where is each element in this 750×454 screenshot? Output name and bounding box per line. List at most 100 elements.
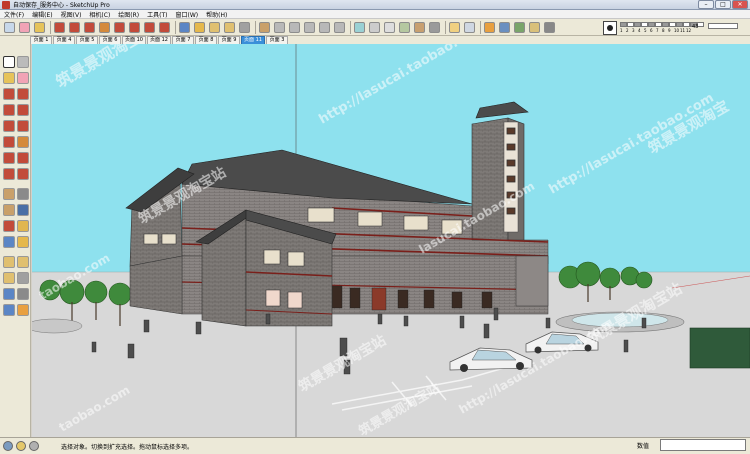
orbit-icon[interactable] (3, 236, 15, 248)
protractor-icon[interactable] (3, 204, 15, 216)
left-toolbar (0, 44, 31, 437)
axes-icon[interactable] (3, 220, 15, 232)
rectangle-icon[interactable] (3, 88, 15, 100)
text-icon[interactable] (17, 204, 29, 216)
arc-icon[interactable] (69, 22, 80, 33)
offset-icon[interactable] (159, 22, 170, 33)
scene-tab[interactable]: 页面 9 (218, 36, 240, 44)
help-icon[interactable] (29, 441, 39, 451)
push-pull-icon[interactable] (17, 136, 29, 148)
scene-tab[interactable]: 页面 10 (122, 36, 146, 44)
scene-tab[interactable]: 页面 1 (30, 36, 52, 44)
menu-item[interactable]: 工具(T) (143, 10, 171, 19)
scene-canvas[interactable]: 筑景景观淘宝 http://lasucai.taobao.com 筑景景观淘宝 … (32, 44, 750, 437)
freehand-icon[interactable] (17, 120, 29, 132)
shadows-icon[interactable] (449, 22, 460, 33)
left-view-icon[interactable] (334, 22, 345, 33)
scene-tab[interactable]: 页面 6 (99, 36, 121, 44)
rotate-icon[interactable] (129, 22, 140, 33)
section-plane-icon[interactable] (484, 22, 495, 33)
top-view-icon[interactable] (274, 22, 285, 33)
offset-icon[interactable] (17, 168, 29, 180)
3d-text-icon[interactable] (17, 220, 29, 232)
hidden-line-icon[interactable] (384, 22, 395, 33)
minimize-button[interactable]: – (698, 0, 714, 9)
close-button[interactable]: ✕ (732, 0, 748, 9)
move-icon[interactable] (3, 136, 15, 148)
toolbar-separator (50, 21, 51, 34)
right-view-icon[interactable] (304, 22, 315, 33)
select-icon[interactable] (4, 22, 15, 33)
scale-slider[interactable] (708, 23, 738, 29)
pan-icon[interactable] (194, 22, 205, 33)
menu-item[interactable]: 文件(F) (0, 10, 28, 19)
zoom-icon[interactable] (3, 256, 15, 268)
rotate-icon[interactable] (3, 152, 15, 164)
previous-view-icon[interactable] (239, 22, 250, 33)
zoom-extents-icon[interactable] (3, 272, 15, 284)
shaded-icon[interactable] (399, 22, 410, 33)
paint-bucket-icon[interactable] (3, 72, 15, 84)
paint-bucket-icon[interactable] (34, 22, 45, 33)
menu-item[interactable]: 编辑(E) (28, 10, 56, 19)
scene-tab[interactable]: 页面 7 (172, 36, 194, 44)
menu-item[interactable]: 帮助(H) (202, 10, 231, 19)
geo-location-icon[interactable] (3, 441, 13, 451)
wireframe-icon[interactable] (369, 22, 380, 33)
back-view-icon[interactable] (319, 22, 330, 33)
tape-measure-icon[interactable] (3, 188, 15, 200)
look-around-icon[interactable] (3, 304, 15, 316)
scale-icon[interactable] (144, 22, 155, 33)
previous-icon[interactable] (17, 272, 29, 284)
menu-item[interactable]: 绘图(R) (114, 10, 143, 19)
dimension-icon[interactable] (17, 188, 29, 200)
line-icon[interactable] (17, 88, 29, 100)
textured-icon[interactable] (414, 22, 425, 33)
position-camera-icon[interactable] (3, 288, 15, 300)
select-icon[interactable] (3, 56, 15, 68)
line-icon[interactable] (54, 22, 65, 33)
move-icon[interactable] (114, 22, 125, 33)
style-preview-icon[interactable] (603, 21, 617, 35)
credits-icon[interactable] (16, 441, 26, 451)
scene-tab[interactable]: 页面 8 (195, 36, 217, 44)
zoom-extents-icon[interactable] (224, 22, 235, 33)
monochrome-icon[interactable] (429, 22, 440, 33)
scene-tab[interactable]: 页面 11 (241, 36, 265, 44)
zoom-icon[interactable] (209, 22, 220, 33)
push-pull-icon[interactable] (99, 22, 110, 33)
follow-me-icon[interactable] (17, 152, 29, 164)
circle-icon[interactable] (3, 104, 15, 116)
eraser-icon[interactable] (19, 22, 30, 33)
menu-item[interactable]: 窗口(W) (172, 10, 203, 19)
front-view-icon[interactable] (289, 22, 300, 33)
3d-viewport[interactable]: 筑景景观淘宝 http://lasucai.taobao.com 筑景景观淘宝 … (32, 44, 750, 437)
maximize-button[interactable]: □ (715, 0, 731, 9)
fog-icon[interactable] (464, 22, 475, 33)
scale-icon[interactable] (3, 168, 15, 180)
make-component-icon[interactable] (17, 56, 29, 68)
pan-icon[interactable] (17, 236, 29, 248)
zoom-window-icon[interactable] (17, 256, 29, 268)
measurements-label: 数值 (637, 443, 650, 450)
polygon-icon[interactable] (3, 120, 15, 132)
eraser-icon[interactable] (17, 72, 29, 84)
xray-icon[interactable] (354, 22, 365, 33)
materials-icon[interactable] (529, 22, 540, 33)
scene-tab[interactable]: 页面 5 (76, 36, 98, 44)
scene-tab[interactable]: 页面 12 (147, 36, 171, 44)
layers-icon[interactable] (499, 22, 510, 33)
scene-tab[interactable]: 页面 4 (53, 36, 75, 44)
styles-icon[interactable] (544, 22, 555, 33)
orbit-icon[interactable] (179, 22, 190, 33)
measurements-field[interactable] (660, 439, 746, 451)
arc-icon[interactable] (17, 104, 29, 116)
menu-item[interactable]: 相机(C) (85, 10, 114, 19)
rectangle-icon[interactable] (84, 22, 95, 33)
scene-tab[interactable]: 页面 3 (266, 36, 288, 44)
iso-view-icon[interactable] (259, 22, 270, 33)
menu-item[interactable]: 视图(V) (57, 10, 86, 19)
section-plane-icon[interactable] (17, 304, 29, 316)
walk-icon[interactable] (17, 288, 29, 300)
components-icon[interactable] (514, 22, 525, 33)
